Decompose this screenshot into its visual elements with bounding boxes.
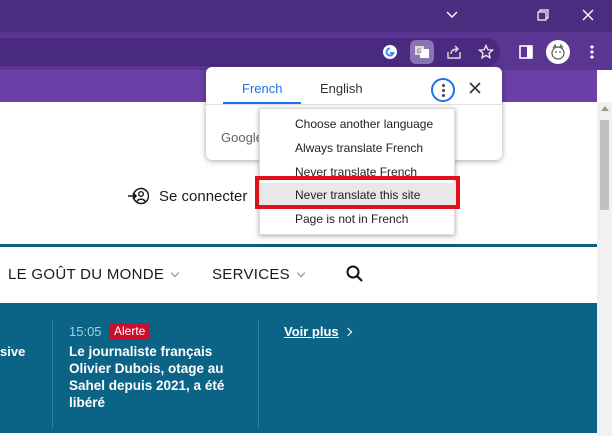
login-icon [128,187,149,205]
tab-search-chevron-icon[interactable] [440,4,464,26]
menu-dots-icon[interactable] [580,40,604,64]
header-rule [0,244,597,247]
voir-plus-label: Voir plus [284,324,339,339]
close-window-icon[interactable] [576,4,600,26]
more-dot [441,93,445,97]
news-divider [258,320,259,428]
chevron-down-icon [170,268,180,277]
more-options-button[interactable] [431,78,455,102]
chevron-down-icon [296,268,306,277]
tabs-divider [206,104,502,105]
chevron-right-icon [343,327,352,336]
menu-item-always-translate[interactable]: Always translate French [260,136,456,159]
translate-icon[interactable]: G [410,40,434,64]
star-icon[interactable] [474,40,498,64]
close-popup-icon[interactable] [466,79,484,97]
news-headline[interactable]: Le journaliste français Olivier Dubois, … [69,343,239,411]
share-icon[interactable] [442,40,466,64]
tab-source-language[interactable]: French [242,81,282,96]
browser-titlebar [0,0,612,32]
scroll-up-arrow-icon[interactable] [601,106,609,111]
nav-item-gout-du-monde[interactable]: LE GOÛT DU MONDE [8,266,180,283]
nav-item-label: SERVICES [212,266,290,283]
profile-avatar[interactable] [546,40,570,64]
more-dot [441,88,445,92]
main-nav: LE GOÛT DU MONDE SERVICES [0,262,597,290]
scroll-thumb[interactable] [600,120,609,210]
google-icon[interactable] [378,40,402,64]
news-fragment[interactable]: sive [0,344,25,359]
more-dot [441,83,445,87]
login-label: Se connecter [159,187,248,205]
translate-options-menu: Choose another language Always translate… [259,108,456,235]
voir-plus-link[interactable]: Voir plus [284,324,352,339]
news-time: 15:05 [69,324,102,339]
search-icon[interactable] [345,264,365,284]
restore-icon[interactable] [531,4,555,26]
side-panel-icon[interactable] [514,40,538,64]
google-brand-label: Google [221,130,263,145]
tab-target-language[interactable]: English [320,81,363,96]
menu-item-choose-language[interactable]: Choose another language [260,112,456,135]
alert-badge: Alerte [109,323,151,339]
highlight-annotation [255,176,460,209]
svg-text:G: G [417,49,422,55]
nav-item-services[interactable]: SERVICES [212,266,306,283]
nav-item-label: LE GOÛT DU MONDE [8,266,165,283]
news-divider [52,320,53,428]
menu-item-not-in-language[interactable]: Page is not in French [260,207,456,230]
login-link[interactable]: Se connecter [127,186,247,206]
